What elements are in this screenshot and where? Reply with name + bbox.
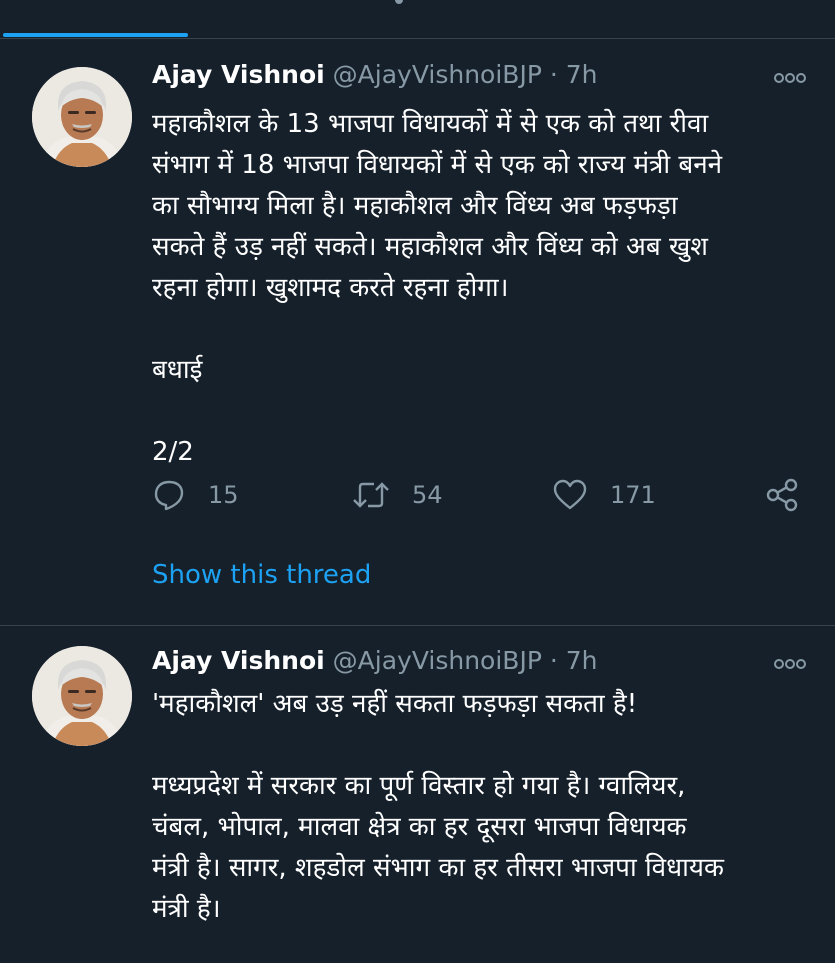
retweet-button[interactable]: 54: [352, 475, 443, 515]
tweet-header: Ajay Vishnoi @AjayVishnoiBJP · 7h: [152, 60, 598, 94]
share-button[interactable]: [764, 475, 800, 515]
author-name[interactable]: Ajay Vishnoi: [152, 60, 325, 89]
more-options-button[interactable]: [773, 68, 807, 88]
like-count: 171: [610, 481, 656, 509]
tweet-text: महाकौशल के 13 भाजपा विधायकों में से एक क…: [152, 109, 723, 467]
tweet[interactable]: Ajay Vishnoi @AjayVishnoiBJP · 7h 'महाकौ…: [0, 626, 835, 963]
header-separator: ·: [549, 60, 558, 89]
reply-button[interactable]: 15: [152, 475, 239, 515]
tweet-text: 'महाकौशल' अब उड़ नहीं सकता फड़फड़ा सकता …: [152, 689, 724, 924]
share-icon: [766, 478, 798, 512]
active-tab-indicator: [3, 33, 188, 37]
like-button[interactable]: 171: [552, 475, 656, 515]
reply-count: 15: [208, 481, 239, 509]
tab-bar: [0, 0, 835, 40]
tweet-header: Ajay Vishnoi @AjayVishnoiBJP · 7h: [152, 646, 598, 680]
avatar[interactable]: [32, 646, 132, 746]
show-thread-link[interactable]: Show this thread: [152, 560, 371, 590]
retweet-count: 54: [412, 481, 443, 509]
scroll-dot: [395, 0, 403, 4]
avatar-photo-icon: [32, 67, 132, 167]
more-horizontal-icon: [774, 73, 806, 83]
tweet[interactable]: Ajay Vishnoi @AjayVishnoiBJP · 7h महाकौश…: [0, 40, 835, 625]
more-options-button[interactable]: [773, 654, 807, 674]
tab-divider: [0, 38, 835, 39]
avatar-photo-icon: [32, 646, 132, 746]
more-horizontal-icon: [774, 659, 806, 669]
author-handle[interactable]: @AjayVishnoiBJP: [333, 646, 542, 675]
author-handle[interactable]: @AjayVishnoiBJP: [333, 60, 542, 89]
avatar[interactable]: [32, 67, 132, 167]
retweet-icon: [353, 482, 389, 508]
tweet-timestamp[interactable]: 7h: [566, 60, 598, 89]
author-name[interactable]: Ajay Vishnoi: [152, 646, 325, 675]
header-separator: ·: [549, 646, 558, 675]
heart-icon: [553, 479, 587, 510]
tweet-actions: 15 54 171: [152, 475, 812, 515]
tweet-timestamp[interactable]: 7h: [566, 646, 598, 675]
reply-icon: [154, 480, 184, 511]
